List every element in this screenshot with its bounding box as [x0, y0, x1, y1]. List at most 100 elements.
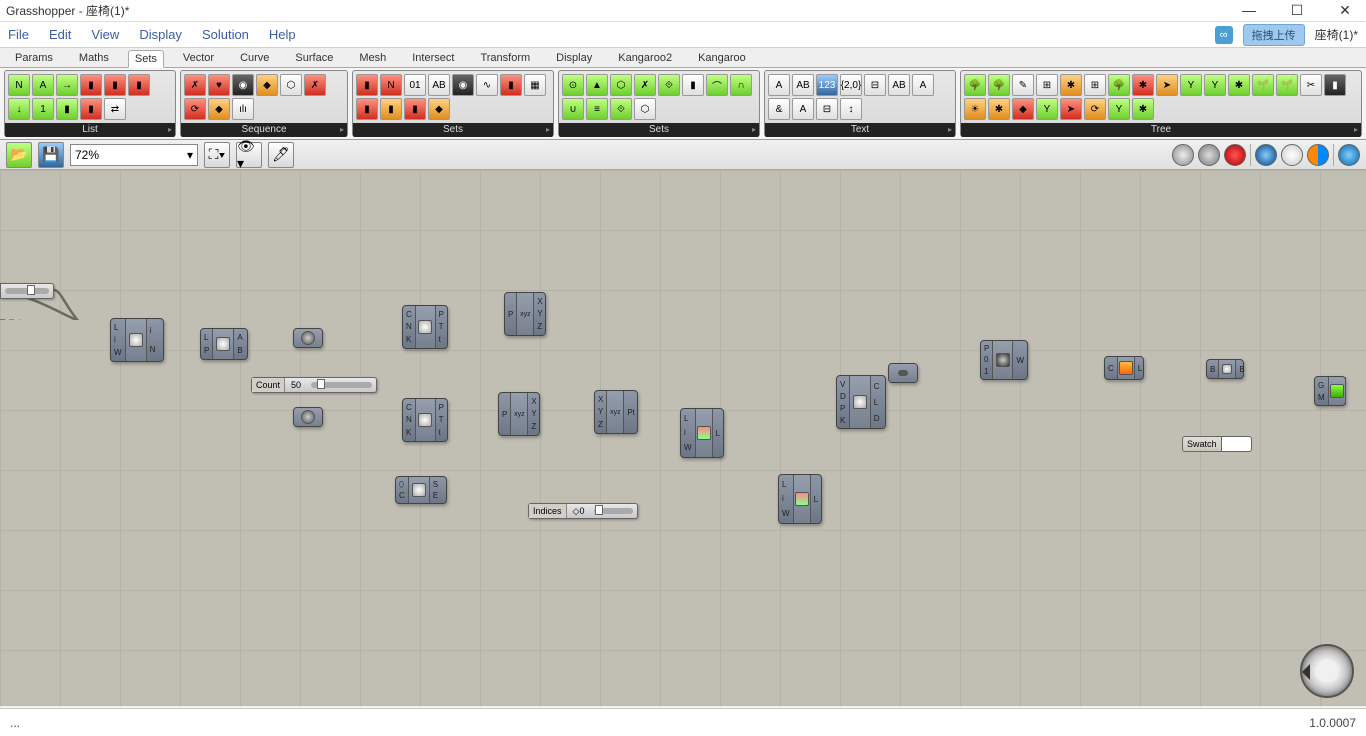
- ribbon-group-label[interactable]: Tree: [961, 123, 1361, 137]
- ribbon-icon[interactable]: ⊞: [1036, 74, 1058, 96]
- ribbon-icon[interactable]: ◆: [256, 74, 278, 96]
- component-relay[interactable]: [888, 363, 918, 383]
- tab-display[interactable]: Display: [549, 49, 599, 67]
- menu-view[interactable]: View: [91, 27, 119, 42]
- component-weave[interactable]: P01 W: [980, 340, 1028, 380]
- ribbon-icon[interactable]: AB: [888, 74, 910, 96]
- ribbon-icon[interactable]: ∿: [476, 74, 498, 96]
- ribbon-icon[interactable]: ≡: [586, 98, 608, 120]
- ribbon-icon[interactable]: N: [8, 74, 30, 96]
- colour-swatch[interactable]: Swatch: [1182, 436, 1252, 452]
- ribbon-group-label[interactable]: Sequence: [181, 123, 347, 137]
- tab-mesh[interactable]: Mesh: [352, 49, 393, 67]
- ribbon-icon[interactable]: 🌱: [1276, 74, 1298, 96]
- ribbon-icon[interactable]: ▮: [128, 74, 150, 96]
- ribbon-icon[interactable]: ▮: [404, 98, 426, 120]
- upload-button[interactable]: 拖拽上传: [1243, 24, 1305, 46]
- tab-transform[interactable]: Transform: [473, 49, 537, 67]
- ribbon-icon[interactable]: ⟐: [610, 98, 632, 120]
- ribbon-icon[interactable]: ∪: [562, 98, 584, 120]
- ribbon-icon[interactable]: Y: [1108, 98, 1130, 120]
- shade-mode-icon[interactable]: [1281, 144, 1303, 166]
- display-mode-icon[interactable]: [1224, 144, 1246, 166]
- ribbon-icon[interactable]: ▮: [356, 74, 378, 96]
- ribbon-icon[interactable]: {2,0}: [840, 74, 862, 96]
- ribbon-icon[interactable]: ▲: [586, 74, 608, 96]
- ribbon-icon[interactable]: ⇄: [104, 98, 126, 120]
- component-deconstruct-point[interactable]: P xyz XYZ: [504, 292, 546, 336]
- ribbon-icon[interactable]: ↕: [840, 98, 862, 120]
- component-relay[interactable]: [293, 328, 323, 348]
- ribbon-icon[interactable]: ⟳: [1084, 98, 1106, 120]
- component-shatter[interactable]: LP AB: [200, 328, 248, 360]
- ribbon-icon[interactable]: ♥: [208, 74, 230, 96]
- ribbon-icon[interactable]: ➤: [1060, 98, 1082, 120]
- ribbon-icon[interactable]: ⟐: [658, 74, 680, 96]
- maximize-button[interactable]: ☐: [1282, 2, 1312, 19]
- menu-solution[interactable]: Solution: [202, 27, 249, 42]
- tab-curve[interactable]: Curve: [233, 49, 276, 67]
- ribbon-icon[interactable]: ▮: [682, 74, 704, 96]
- ribbon-icon[interactable]: AB: [428, 74, 450, 96]
- preview-mode-icon[interactable]: [1338, 144, 1360, 166]
- tab-kangaroo2[interactable]: Kangaroo2: [611, 49, 679, 67]
- ribbon-icon[interactable]: ⌒: [706, 74, 728, 96]
- ribbon-icon[interactable]: ⊙: [562, 74, 584, 96]
- sketch-button[interactable]: 🖊: [268, 142, 294, 168]
- ribbon-icon[interactable]: ▮: [1324, 74, 1346, 96]
- component-deconstruct-point[interactable]: P xyz XYZ: [498, 392, 540, 436]
- ribbon-icon[interactable]: ◆: [428, 98, 450, 120]
- tab-sets[interactable]: Sets: [128, 50, 164, 68]
- slider-count[interactable]: Count 50: [251, 377, 377, 393]
- ribbon-icon[interactable]: ◉: [232, 74, 254, 96]
- ribbon-icon[interactable]: ▮: [80, 74, 102, 96]
- close-button[interactable]: ✕: [1330, 2, 1360, 19]
- ribbon-icon[interactable]: A: [792, 98, 814, 120]
- zoom-combo[interactable]: 72%▾: [70, 144, 198, 166]
- tab-intersect[interactable]: Intersect: [405, 49, 461, 67]
- ribbon-icon[interactable]: 🌳: [988, 74, 1010, 96]
- ribbon-icon[interactable]: ✱: [1132, 74, 1154, 96]
- ribbon-icon[interactable]: ✗: [634, 74, 656, 96]
- ribbon-icon[interactable]: Y: [1180, 74, 1202, 96]
- ribbon-icon[interactable]: ▮: [104, 74, 126, 96]
- component-replace-items[interactable]: LiW L: [680, 408, 724, 458]
- ribbon-icon[interactable]: N: [380, 74, 402, 96]
- tab-surface[interactable]: Surface: [288, 49, 340, 67]
- ribbon-icon[interactable]: ☀: [964, 98, 986, 120]
- component-polyline[interactable]: C L: [1104, 356, 1144, 380]
- ribbon-icon[interactable]: ▮: [56, 98, 78, 120]
- preview-button[interactable]: 👁▾: [236, 142, 262, 168]
- shade-mode-icon[interactable]: [1307, 144, 1329, 166]
- ribbon-icon[interactable]: ✗: [304, 74, 326, 96]
- ribbon-icon[interactable]: A: [912, 74, 934, 96]
- ribbon-icon[interactable]: ▦: [524, 74, 546, 96]
- open-button[interactable]: 📂: [6, 142, 32, 168]
- display-mode-icon[interactable]: [1198, 144, 1220, 166]
- save-button[interactable]: 💾: [38, 142, 64, 168]
- ribbon-icon[interactable]: ∩: [730, 74, 752, 96]
- component-nurbs-curve[interactable]: VDPK CLD: [836, 375, 886, 429]
- ribbon-icon[interactable]: ◉: [452, 74, 474, 96]
- ribbon-icon[interactable]: AB: [792, 74, 814, 96]
- ribbon-icon[interactable]: A: [768, 74, 790, 96]
- display-mode-icon[interactable]: [1172, 144, 1194, 166]
- menu-display[interactable]: Display: [139, 27, 182, 42]
- canvas[interactable]: LiW iN LP AB CNK PTt CNK PTt P xyz XYZ P…: [0, 170, 1366, 706]
- ribbon-icon[interactable]: 1: [32, 98, 54, 120]
- ribbon-icon[interactable]: 🌱: [1252, 74, 1274, 96]
- ribbon-group-label[interactable]: Text: [765, 123, 955, 137]
- component-divide-curve[interactable]: CNK PTt: [402, 398, 448, 442]
- ribbon-icon[interactable]: ✂: [1300, 74, 1322, 96]
- ribbon-icon[interactable]: ➤: [1156, 74, 1178, 96]
- component-replace-items[interactable]: LiW L: [778, 474, 822, 524]
- ribbon-icon[interactable]: ▮: [380, 98, 402, 120]
- minimize-button[interactable]: —: [1234, 2, 1264, 19]
- ribbon-icon[interactable]: ▮: [500, 74, 522, 96]
- ribbon-icon[interactable]: 01: [404, 74, 426, 96]
- ribbon-icon[interactable]: ⟳: [184, 98, 206, 120]
- ribbon-icon[interactable]: ✱: [1060, 74, 1082, 96]
- ribbon-icon[interactable]: A: [32, 74, 54, 96]
- slider-truncated[interactable]: [0, 283, 54, 299]
- ribbon-icon[interactable]: ✱: [988, 98, 1010, 120]
